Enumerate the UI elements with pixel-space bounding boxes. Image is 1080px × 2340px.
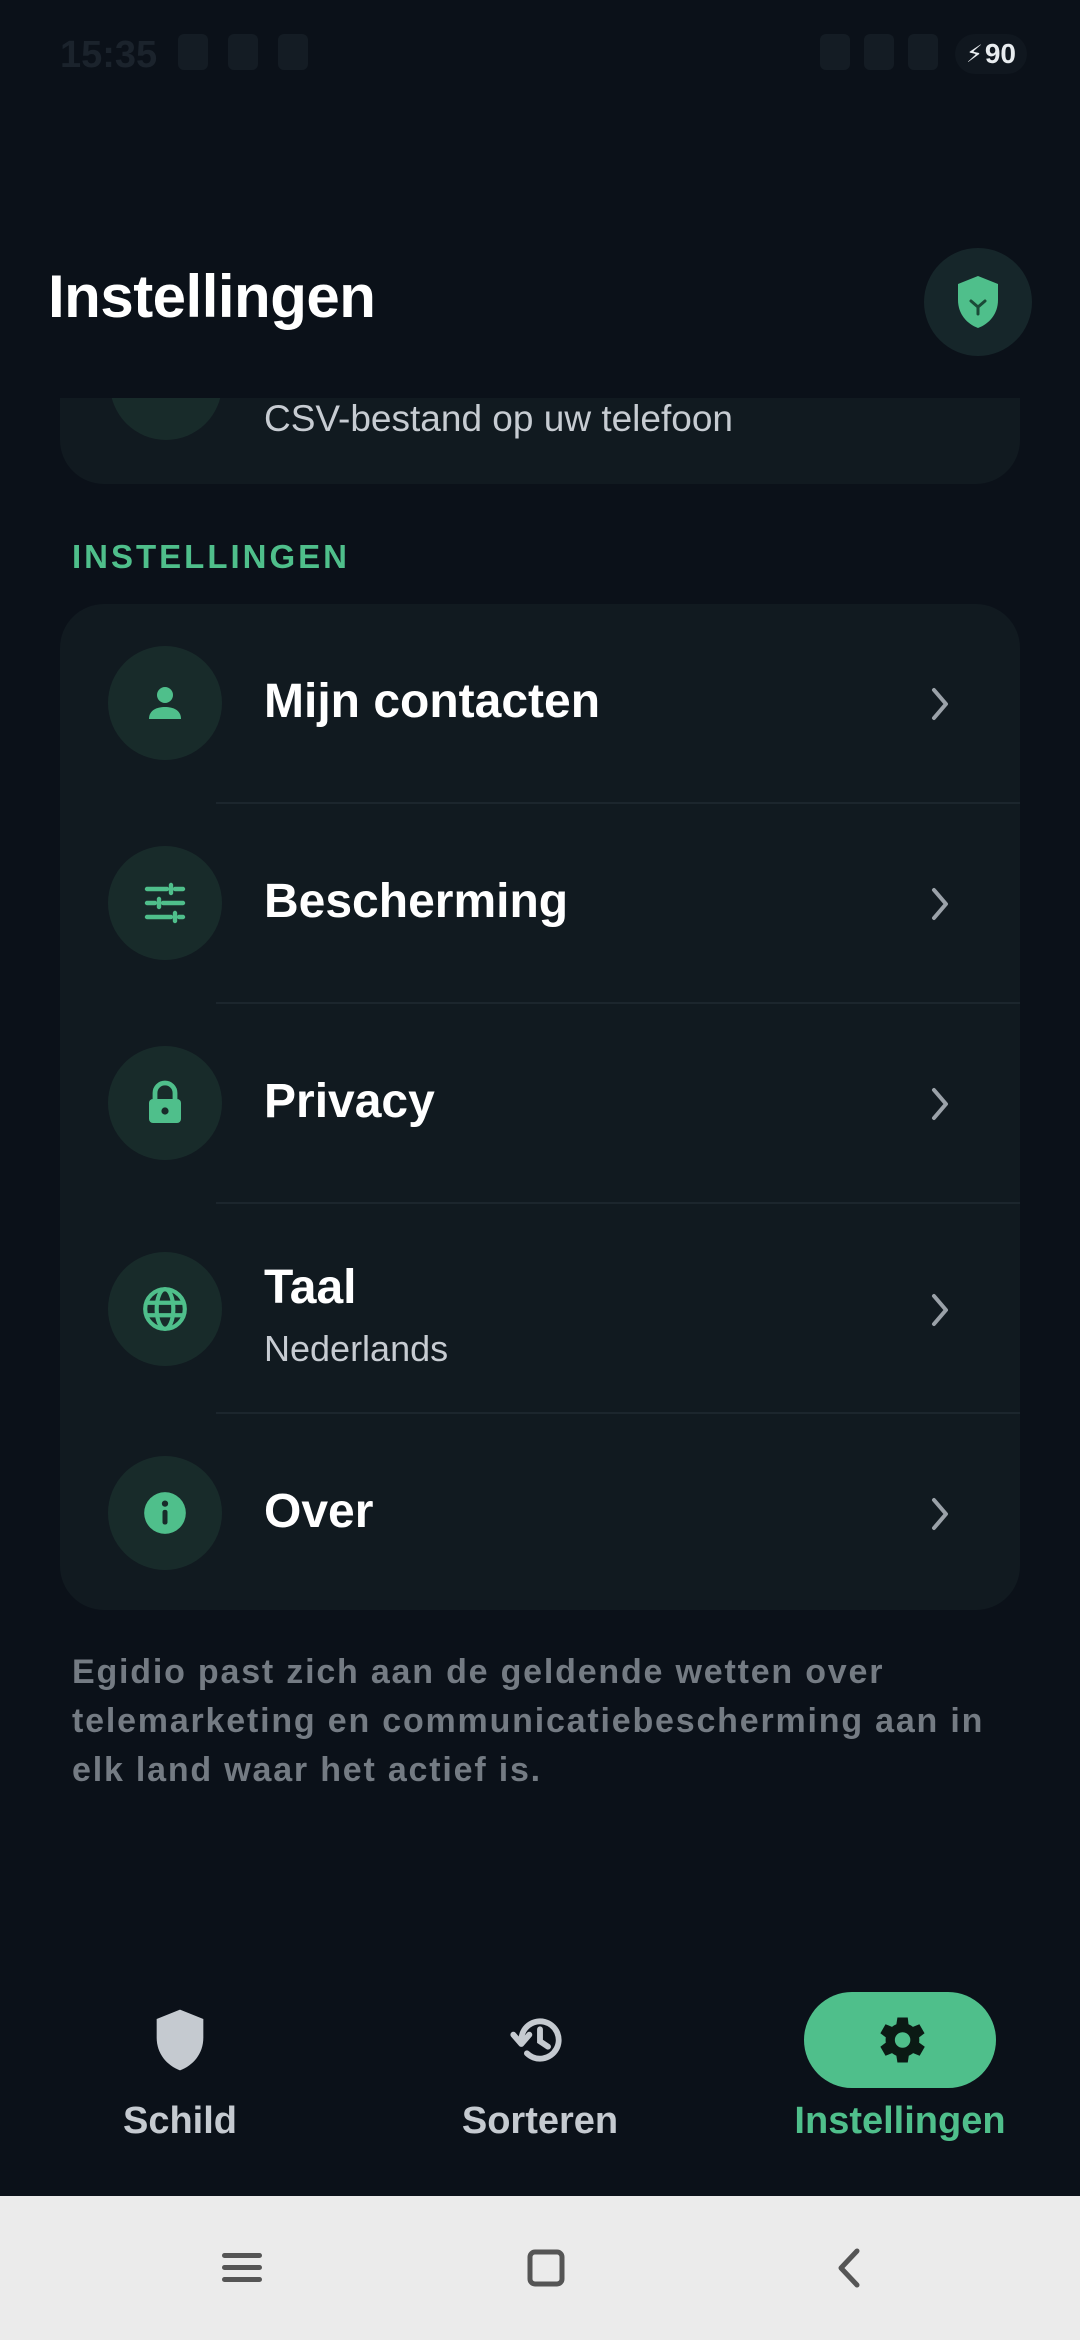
legal-footnote: Egidio past zich aan de geldende wetten … (72, 1653, 985, 1789)
settings-list: Mijn contacten Bescherming Privacy Taal … (60, 604, 1020, 1610)
icon-wrapper (108, 846, 222, 960)
signal-icon (908, 34, 938, 70)
nav-label: Sorteren (461, 2100, 619, 2142)
notification-icon (278, 34, 308, 70)
shield-icon (958, 276, 998, 328)
battery-indicator: ⚡ 90 (955, 34, 1027, 74)
sim-icon (864, 34, 894, 70)
settings-item-label: Bescherming (264, 875, 569, 928)
tune-icon (144, 882, 186, 924)
chevron-right-icon (920, 1494, 960, 1534)
square-icon (527, 2249, 565, 2287)
person-icon (149, 687, 181, 719)
settings-item-value: Nederlands (264, 1328, 449, 1369)
info-icon (144, 1492, 186, 1534)
protection-status-button[interactable] (924, 248, 1032, 356)
nav-tab-sort[interactable]: Sorteren (360, 1960, 720, 2196)
notification-icons (178, 34, 308, 70)
export-card-subtitle: CSV-bestand op uw telefoon (264, 398, 733, 439)
history-icon (510, 2018, 562, 2062)
nav-icon-wrapper (84, 1992, 276, 2088)
settings-item-label: Privacy (264, 1075, 435, 1128)
section-heading: INSTELLINGEN (72, 538, 351, 575)
icon-wrapper (108, 1456, 222, 1570)
nav-tab-shield[interactable]: Schild (0, 1960, 360, 2196)
chevron-right-icon (920, 1084, 960, 1124)
battery-level: 90 (984, 38, 1016, 69)
export-icon (110, 398, 222, 440)
notification-icon (228, 34, 258, 70)
settings-item-about[interactable]: Over (60, 1414, 1020, 1610)
settings-item-privacy[interactable]: Privacy (60, 1004, 1020, 1202)
chevron-left-icon (838, 2248, 860, 2288)
lock-icon (149, 1080, 181, 1123)
icon-wrapper (108, 646, 222, 760)
export-card[interactable]: CSV-bestand op uw telefoon (60, 398, 1020, 484)
chevron-right-icon (920, 884, 960, 924)
settings-item-protection[interactable]: Bescherming (60, 804, 1020, 1002)
notification-icon (178, 34, 208, 70)
system-navigation-bar (0, 2196, 1080, 2340)
nav-icon-wrapper (804, 1992, 996, 2088)
home-button[interactable] (506, 2232, 586, 2304)
nav-tab-settings[interactable]: Instellingen (720, 1960, 1080, 2196)
bottom-navigation: Schild Sorteren Instellingen (0, 1960, 1080, 2196)
status-time: 15:35 (60, 34, 158, 76)
icon-wrapper (108, 1046, 222, 1160)
page-title: Instellingen (48, 263, 376, 330)
system-status-icons (820, 34, 938, 70)
nav-label: Instellingen (794, 2100, 1006, 2142)
settings-item-language[interactable]: Taal Nederlands (60, 1204, 1020, 1412)
menu-icon (222, 2253, 262, 2282)
status-bar: 15:35 ⚡ 90 (0, 0, 1080, 110)
nav-label: Schild (122, 2100, 238, 2142)
settings-item-my-contacts[interactable]: Mijn contacten (60, 604, 1020, 802)
settings-item-label: Mijn contacten (264, 675, 601, 728)
chevron-right-icon (920, 1290, 960, 1330)
gear-icon (880, 2017, 925, 2063)
shield-icon (156, 2009, 204, 2071)
chevron-right-icon (920, 684, 960, 724)
recent-apps-button[interactable] (202, 2232, 282, 2304)
settings-item-label: Over (264, 1485, 374, 1538)
settings-item-label: Taal (264, 1261, 357, 1314)
back-button[interactable] (808, 2232, 888, 2304)
nav-icon-wrapper (444, 1992, 636, 2088)
icon-wrapper (108, 1252, 222, 1366)
globe-icon (143, 1287, 187, 1331)
wifi-icon (820, 34, 850, 70)
battery-charging-icon: ⚡ (965, 40, 983, 68)
